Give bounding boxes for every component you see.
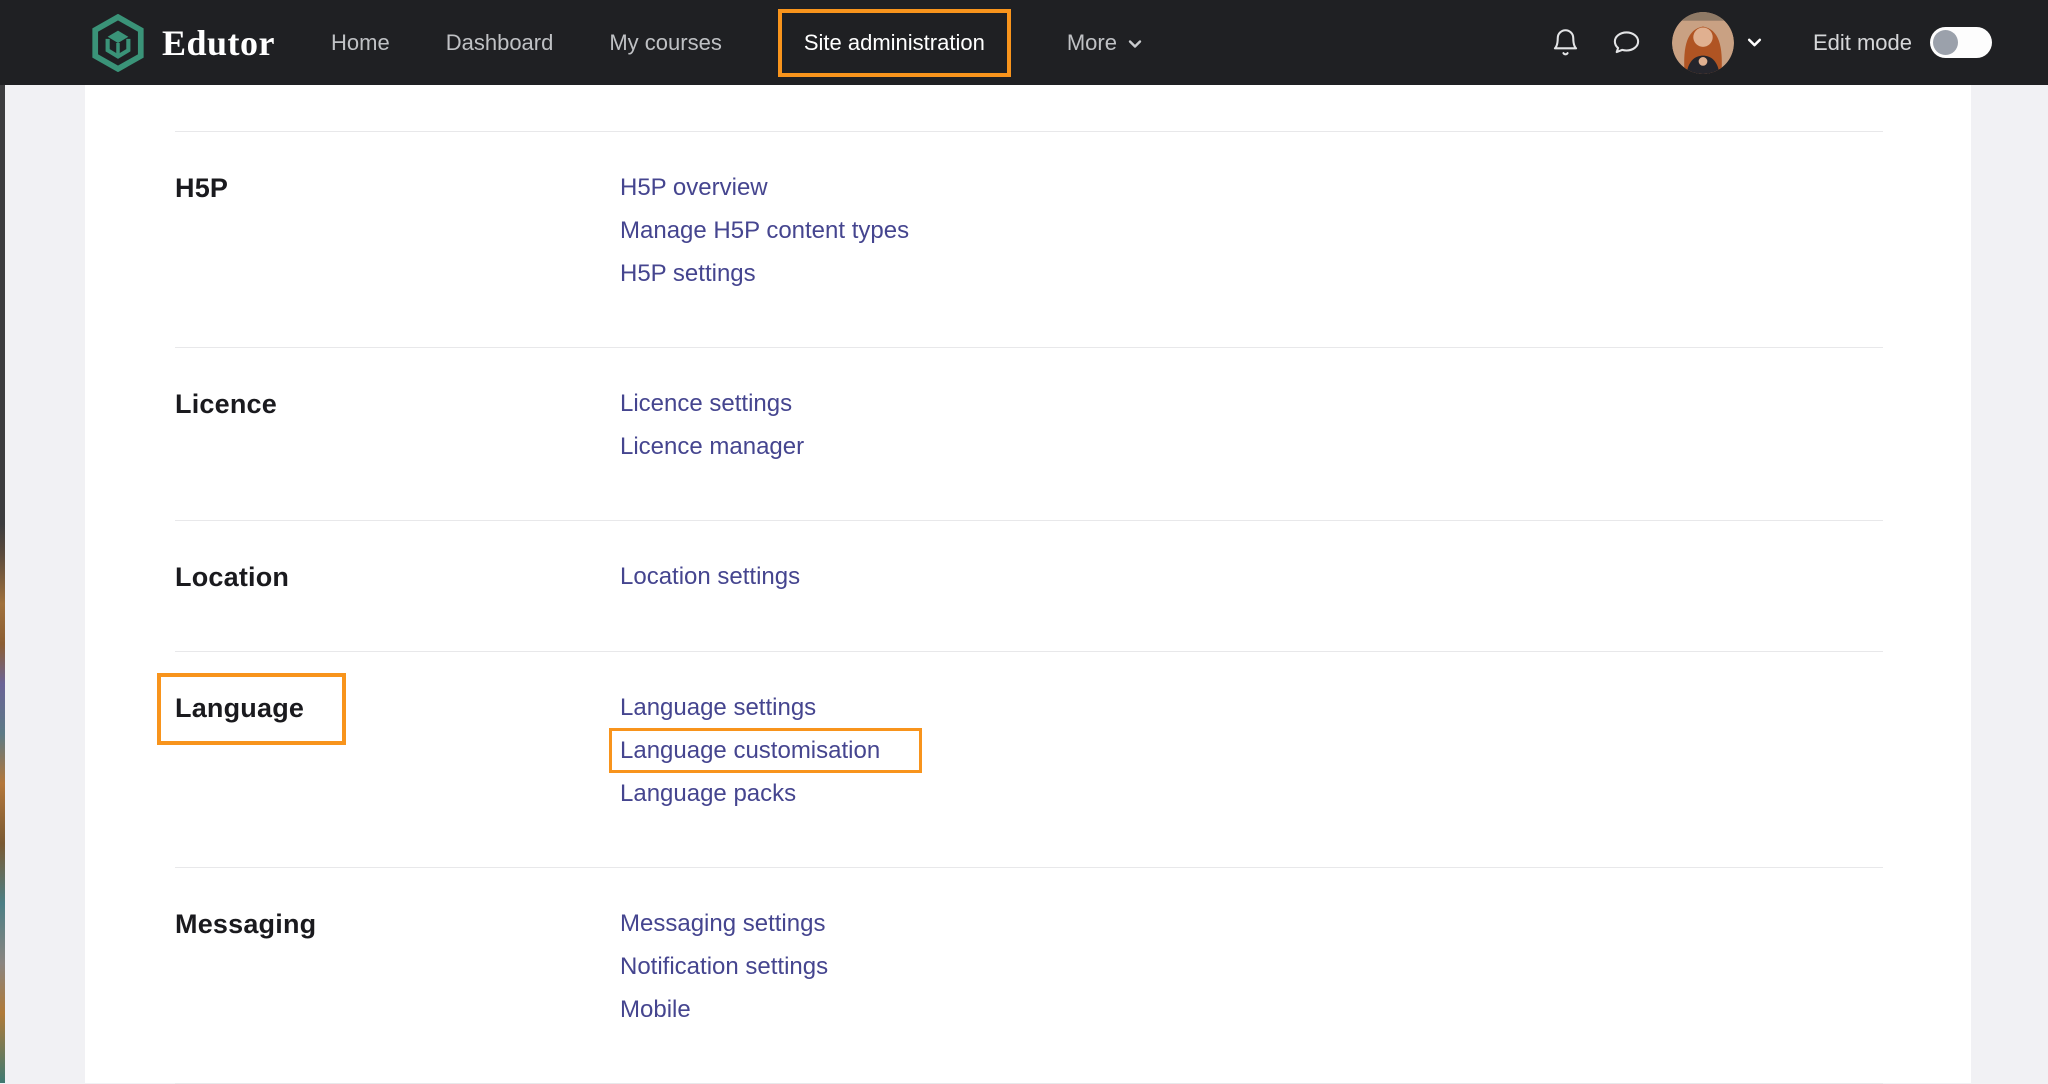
notifications-bell-icon[interactable]	[1550, 26, 1581, 59]
settings-link-notification-settings[interactable]: Notification settings	[620, 945, 828, 988]
nav-item-label: Home	[331, 29, 390, 55]
nav-item-dashboard[interactable]: Dashboard	[446, 30, 554, 56]
section-heading-text: Licence	[175, 389, 277, 419]
settings-link-licence-manager[interactable]: Licence manager	[620, 425, 804, 468]
navbar-right-cluster: Edit mode	[1550, 11, 1992, 74]
settings-section-h5p: H5P H5P overview Manage H5P content types…	[175, 131, 1883, 347]
nav-item-home[interactable]: Home	[331, 30, 390, 56]
edit-mode-label: Edit mode	[1812, 29, 1912, 55]
messages-chat-icon[interactable]	[1611, 26, 1642, 59]
section-heading-messaging: Messaging	[175, 902, 620, 1031]
nav-item-label: Dashboard	[445, 29, 554, 55]
section-heading-text: Location	[175, 562, 290, 592]
section-heading-language: Language	[156, 673, 620, 815]
settings-section-messaging: Messaging Messaging settings Notification…	[175, 867, 1883, 1084]
settings-sections-list: H5P H5P overview Manage H5P content types…	[85, 85, 1971, 1084]
user-avatar[interactable]	[1671, 11, 1734, 74]
site-administration-page: H5P H5P overview Manage H5P content types…	[85, 85, 1971, 1084]
nav-item-label: My courses	[609, 29, 722, 55]
settings-link-h5p-settings[interactable]: H5P settings	[620, 252, 756, 295]
section-links: Location settings	[620, 555, 1883, 599]
settings-section-licence: Licence Licence settings Licence manager	[175, 347, 1883, 520]
edit-mode-control: Edit mode	[1813, 27, 1992, 58]
brand[interactable]: Edutor	[90, 13, 276, 72]
section-links: Language settings Language customisation L…	[608, 686, 1883, 815]
section-heading-text: H5P	[175, 173, 229, 203]
section-heading-text: Language	[156, 673, 347, 745]
settings-section-location: Location Location settings	[175, 520, 1883, 651]
top-navbar: Edutor Home Dashboard My courses Site admin…	[0, 0, 2048, 85]
section-heading-licence: Licence	[175, 382, 620, 468]
brand-name: Edutor	[162, 22, 276, 63]
section-heading-location: Location	[175, 555, 620, 599]
chevron-down-icon	[1127, 36, 1143, 52]
section-heading-text: Messaging	[175, 909, 317, 939]
settings-link-language-settings[interactable]: Language settings	[620, 686, 816, 729]
settings-link-language-packs[interactable]: Language packs	[620, 772, 796, 815]
settings-link-location-settings[interactable]: Location settings	[620, 555, 800, 598]
nav-item-label: More	[1066, 29, 1117, 55]
window-edge-artifact	[0, 85, 5, 1083]
section-links: H5P overview Manage H5P content types H5P …	[620, 166, 1883, 295]
primary-nav: Home Dashboard My courses Site administrati…	[331, 8, 1143, 77]
settings-section-language: Language Language settings Language custo…	[156, 651, 1883, 867]
section-links: Messaging settings Notification settings M…	[620, 902, 1883, 1031]
settings-link-language-customisation[interactable]: Language customisation	[608, 728, 923, 773]
nav-item-more[interactable]: More	[1067, 30, 1143, 56]
edutor-logo-icon	[90, 13, 146, 72]
settings-link-messaging-settings[interactable]: Messaging settings	[620, 902, 825, 945]
nav-item-my-courses[interactable]: My courses	[609, 30, 721, 56]
section-links: Licence settings Licence manager	[620, 382, 1883, 468]
settings-link-h5p-overview[interactable]: H5P overview	[620, 166, 768, 209]
nav-item-site-administration[interactable]: Site administration	[777, 8, 1011, 77]
toggle-knob	[1933, 30, 1958, 55]
section-heading-h5p: H5P	[175, 166, 620, 295]
edit-mode-toggle[interactable]	[1930, 27, 1992, 58]
nav-item-label: Site administration	[803, 29, 985, 55]
user-menu-chevron-down-icon[interactable]	[1746, 34, 1763, 51]
settings-link-manage-h5p-content-types[interactable]: Manage H5P content types	[620, 209, 909, 252]
settings-link-licence-settings[interactable]: Licence settings	[620, 382, 792, 425]
settings-link-mobile[interactable]: Mobile	[620, 988, 691, 1031]
